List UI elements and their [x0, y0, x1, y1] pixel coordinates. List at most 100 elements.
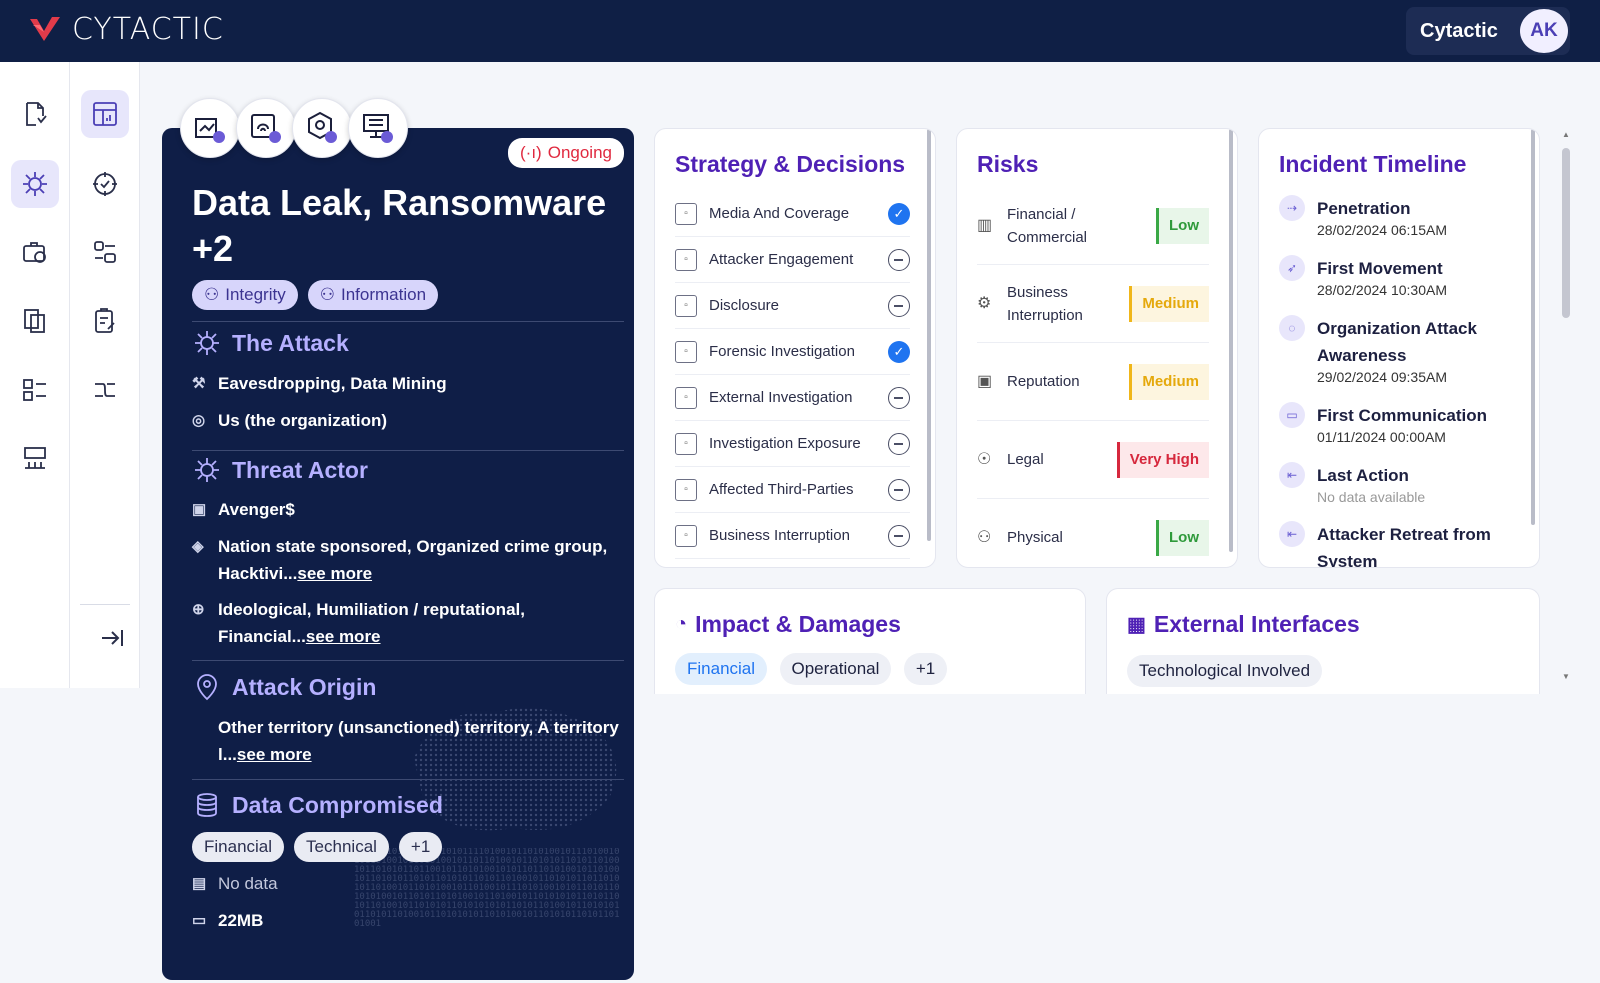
- minus-circle-icon[interactable]: [888, 478, 910, 501]
- timeline-card: Incident Timeline ⇢ Penetration 28/02/2024…: [1258, 128, 1540, 568]
- attack-origin-heading: Attack Origin: [192, 672, 376, 702]
- timeline-scrollbar[interactable]: [1531, 129, 1535, 525]
- strategy-item[interactable]: ▫ Disclosure: [675, 283, 910, 329]
- chip-more[interactable]: +1: [903, 653, 948, 685]
- user-settings-icon[interactable]: [81, 228, 129, 276]
- scroll-down-icon[interactable]: ▼: [1562, 672, 1570, 681]
- chip-more[interactable]: +1: [398, 832, 443, 862]
- risk-label: Reputation: [1007, 373, 1080, 390]
- scrollbar-thumb[interactable]: [1562, 148, 1570, 318]
- attack-target: ◎ Us (the organization): [192, 407, 624, 434]
- clipboard-edit-icon[interactable]: [81, 297, 129, 345]
- timeline-event-date: 28/02/2024 06:15AM: [1317, 222, 1447, 238]
- virus-icon[interactable]: [11, 160, 59, 208]
- risk-item[interactable]: ⚇ Physical Low: [977, 499, 1209, 567]
- check-icon[interactable]: ✓: [888, 340, 910, 363]
- timeline-event-date: No data available: [1317, 489, 1426, 505]
- risk-item[interactable]: ▣ Reputation Medium: [977, 343, 1209, 421]
- strategy-item[interactable]: ▫Attacker Attribution: [675, 559, 910, 567]
- minus-circle-icon[interactable]: [888, 248, 910, 271]
- minus-circle-icon[interactable]: [888, 524, 910, 547]
- checklist-icon[interactable]: [11, 366, 59, 414]
- timeline-event-date: 29/02/2024 09:35AM: [1317, 369, 1447, 385]
- timeline-event-icon: ◌: [1279, 315, 1305, 341]
- tool-icon: ⚒: [192, 375, 206, 392]
- timeline-event-icon: ⇤: [1279, 462, 1305, 488]
- risks-scrollbar[interactable]: [1229, 129, 1233, 552]
- system-bubble[interactable]: [348, 98, 408, 158]
- secondary-sidebar: [70, 62, 140, 688]
- network-bubble[interactable]: [292, 98, 352, 158]
- timeline-event-icon: ⇢: [1279, 195, 1305, 221]
- brand-name: CYTACTIC: [72, 12, 224, 47]
- strategy-item[interactable]: ▫ External Investigation: [675, 375, 910, 421]
- org-name: Cytactic: [1420, 19, 1498, 42]
- strategy-item-label: Affected Third-Parties: [709, 481, 854, 498]
- strategy-item[interactable]: ▫ Affected Third-Parties: [675, 467, 910, 513]
- page-scrollbar[interactable]: ▲ ▼: [1560, 128, 1572, 688]
- database-icon: [197, 793, 217, 817]
- see-more-link[interactable]: see more: [297, 564, 372, 583]
- risk-label: Legal: [1007, 451, 1044, 468]
- ransomware-bubble[interactable]: [236, 98, 296, 158]
- see-more-link[interactable]: see more: [237, 745, 312, 764]
- data-folder-icon: ▭: [192, 912, 207, 929]
- status-text: Ongoing: [547, 143, 612, 162]
- strategy-item-label: Business Interruption: [709, 527, 850, 544]
- data-compromised-heading: Data Compromised: [192, 790, 443, 820]
- attack-origin-text: Other territory (unsanctioned) territory…: [218, 718, 619, 764]
- minus-circle-icon[interactable]: [888, 386, 910, 409]
- tag-integrity[interactable]: ⚇ Integrity: [192, 280, 298, 310]
- strategy-scrollbar[interactable]: [927, 129, 931, 541]
- incident-file-icon[interactable]: [11, 90, 59, 138]
- data-compromised-chips: Financial Technical +1: [192, 832, 443, 862]
- external-chips: Technological Involved: [1127, 655, 1330, 687]
- strategy-item[interactable]: ▫ Forensic Investigation ✓: [675, 329, 910, 375]
- avatar[interactable]: AK: [1520, 9, 1568, 53]
- sidebar-divider: [80, 604, 130, 605]
- strategy-item[interactable]: ▫ Attacker Engagement: [675, 237, 910, 283]
- data-leak-bubble[interactable]: [180, 98, 240, 158]
- risk-label: Interruption: [1007, 306, 1083, 324]
- divider: [192, 450, 624, 451]
- strategy-item[interactable]: ▫ Media And Coverage ✓: [675, 191, 910, 237]
- see-more-link[interactable]: see more: [306, 627, 381, 646]
- decision-icon: ▫: [675, 202, 697, 225]
- chip-financial[interactable]: Financial: [675, 653, 768, 685]
- risk-item[interactable]: ▥ Financial / Commercial Low: [977, 187, 1209, 265]
- org-chart-icon[interactable]: [11, 435, 59, 483]
- risk-level-badge: Medium: [1129, 285, 1209, 322]
- team-briefcase-icon[interactable]: [11, 228, 59, 276]
- building-icon: ▦: [1127, 614, 1146, 636]
- strategy-item[interactable]: ▫ Business Interruption: [675, 513, 910, 559]
- chip-operational[interactable]: Operational: [779, 653, 892, 685]
- hacker-icon: [195, 458, 219, 482]
- top-bar: CYTACTIC Cytactic AK: [0, 0, 1600, 62]
- dashboard-icon[interactable]: [81, 90, 129, 138]
- risk-item[interactable]: ☉ Legal Very High: [977, 421, 1209, 499]
- brand-logo[interactable]: CYTACTIC: [28, 12, 224, 47]
- minus-circle-icon[interactable]: [888, 432, 910, 455]
- timeline-event-icon: ▭: [1279, 402, 1305, 428]
- documents-icon[interactable]: [11, 297, 59, 345]
- chip-financial[interactable]: Financial: [192, 832, 285, 862]
- timeline-event-name: Attacker Retreat from System: [1317, 525, 1491, 568]
- check-icon[interactable]: ✓: [888, 202, 910, 225]
- strategy-item[interactable]: ▫ Investigation Exposure: [675, 421, 910, 467]
- tag-information[interactable]: ⚇ Information: [307, 280, 439, 310]
- decision-icon: ▫: [675, 432, 697, 455]
- monitor-icon: [363, 114, 393, 143]
- scroll-up-icon[interactable]: ▲: [1562, 130, 1570, 139]
- timeline-event-name: Last Action: [1317, 466, 1409, 485]
- risk-item[interactable]: ⚙ Business Interruption Medium: [977, 265, 1209, 343]
- user-menu[interactable]: Cytactic AK: [1406, 7, 1570, 55]
- target-icon[interactable]: [81, 160, 129, 208]
- virus-icon: [195, 331, 219, 355]
- divider: [192, 321, 624, 322]
- workflow-icon[interactable]: [81, 366, 129, 414]
- risk-icon: ▣: [977, 373, 993, 390]
- chip-technological-involved[interactable]: Technological Involved: [1127, 655, 1323, 687]
- chip-technical[interactable]: Technical: [294, 832, 389, 862]
- minus-circle-icon[interactable]: [888, 294, 910, 317]
- expand-sidebar-icon[interactable]: [92, 618, 132, 658]
